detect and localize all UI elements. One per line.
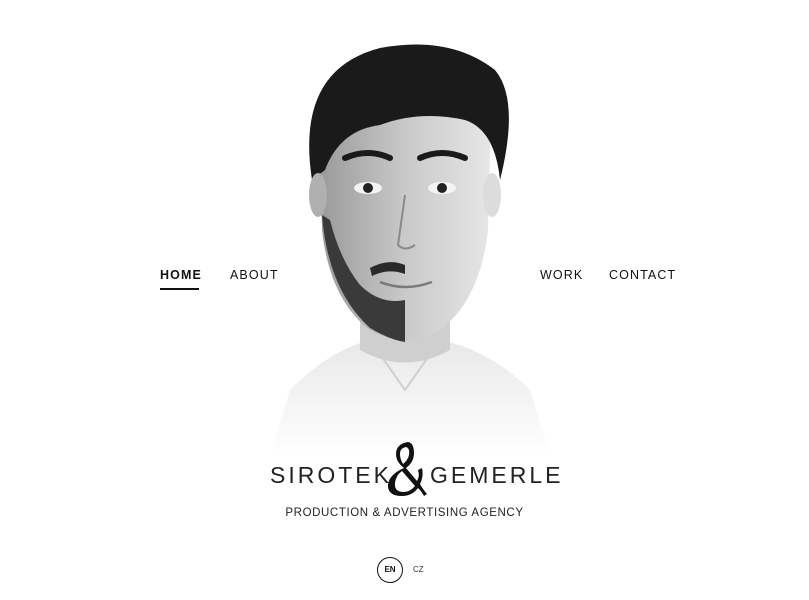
nav-home[interactable]: HOME [160, 268, 202, 282]
tagline: PRODUCTION & ADVERTISING AGENCY [285, 507, 524, 519]
hero-portrait-image [270, 44, 550, 455]
nav-active-underline [160, 288, 199, 290]
ampersand-logo-icon[interactable] [378, 438, 428, 498]
brand-name-right: GEMERLE [430, 462, 564, 488]
language-cz-button[interactable]: CZ [413, 565, 424, 574]
nav-about[interactable]: ABOUT [230, 268, 279, 282]
brand-name-left: SIROTEK [270, 462, 392, 488]
language-en-button[interactable]: EN [377, 557, 403, 583]
nav-contact[interactable]: CONTACT [609, 268, 676, 282]
nav-work[interactable]: WORK [540, 268, 583, 282]
